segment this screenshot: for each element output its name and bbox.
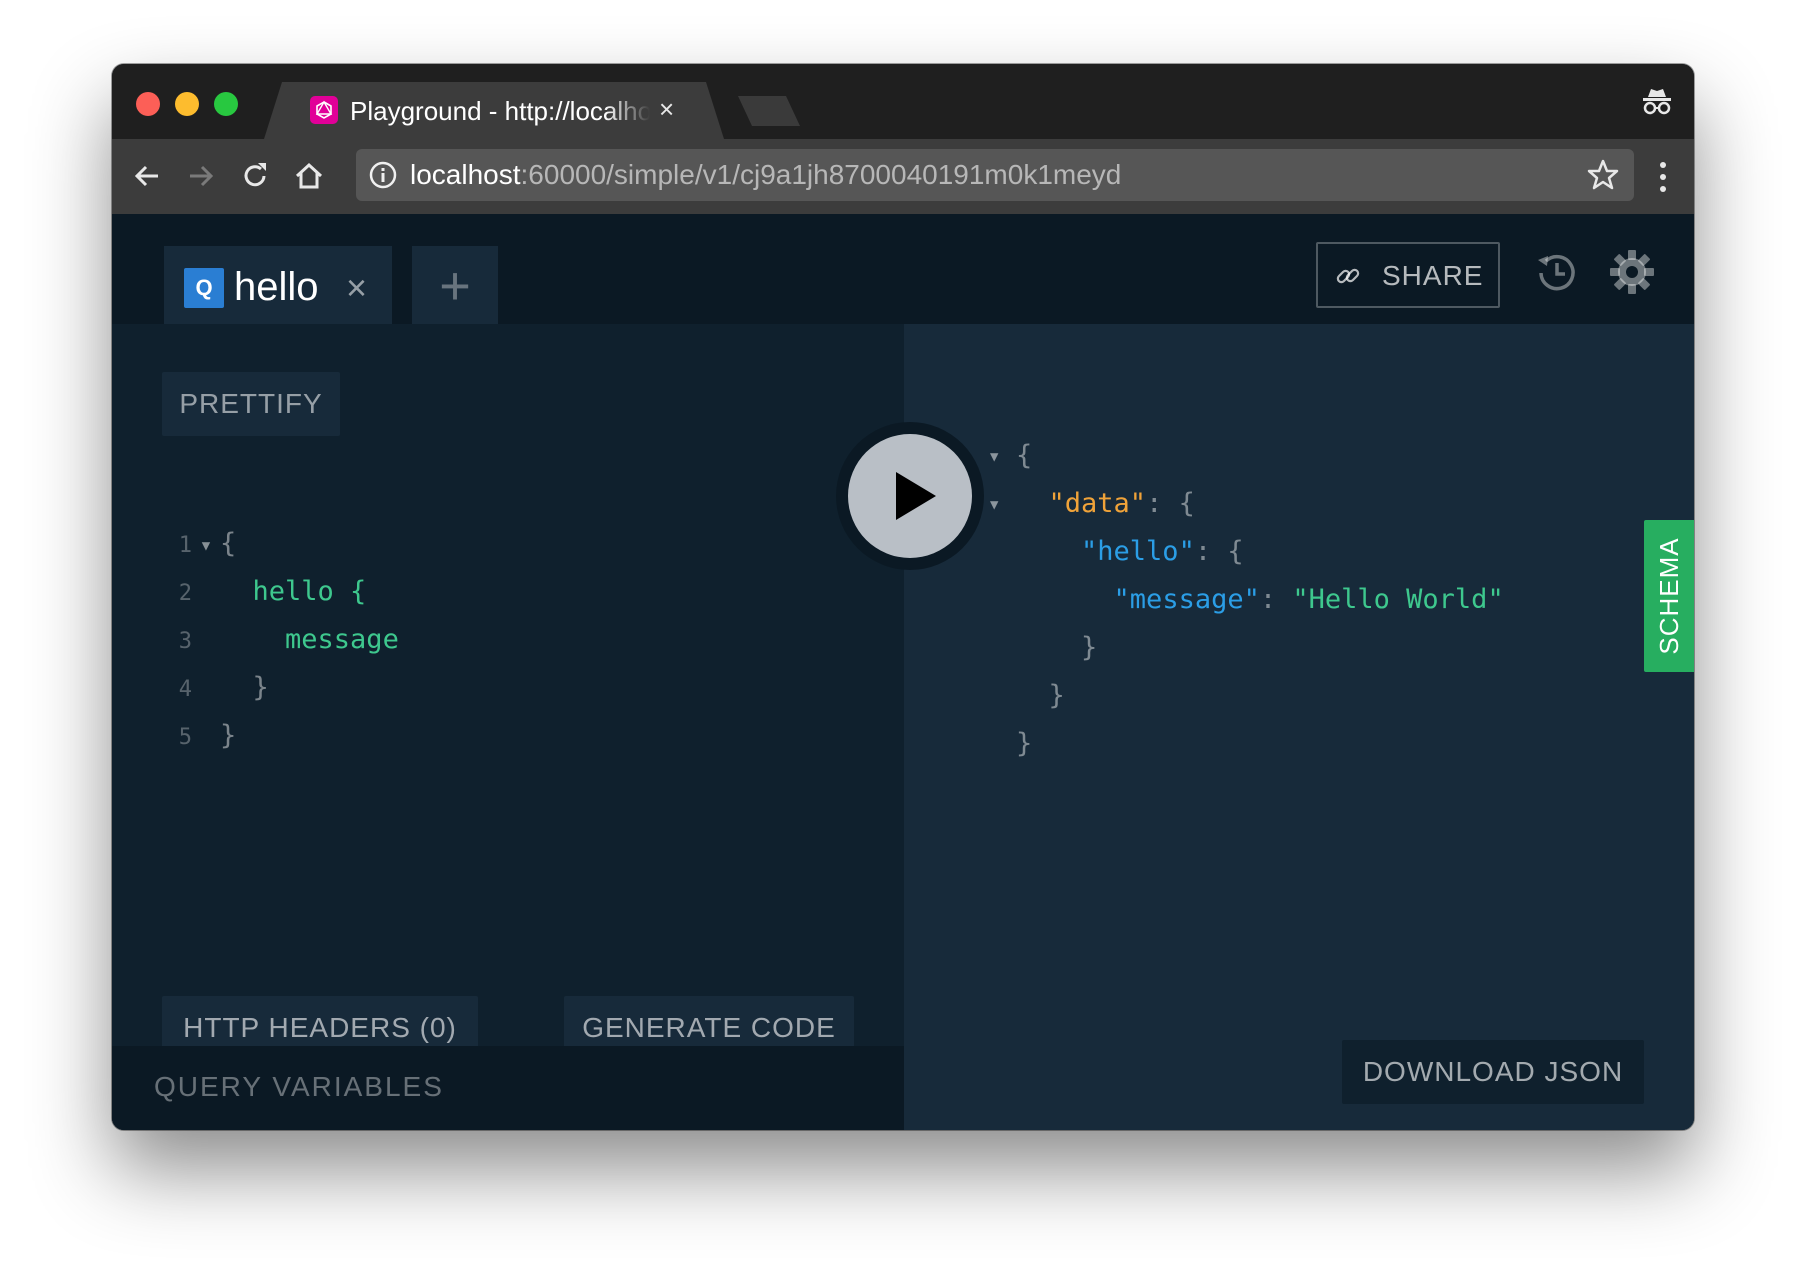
json-line: } — [1048, 680, 1065, 711]
json-key-message: "message" — [1113, 584, 1260, 615]
json-line: "hello": { — [1081, 536, 1244, 567]
query-badge: Q — [184, 268, 224, 308]
home-icon[interactable] — [292, 159, 326, 193]
line-number: 5 — [178, 725, 192, 750]
link-icon — [1336, 268, 1360, 284]
browser-toolbar: localhost:60000/simple/v1/cj9a1jh8700040… — [112, 139, 1694, 214]
playground-header: Q hello × + SHARE — [112, 214, 1694, 332]
share-button[interactable]: SHARE — [1316, 242, 1500, 308]
prettify-button[interactable]: PRETTIFY — [162, 372, 340, 436]
json-line: ▼{ — [990, 432, 1504, 480]
browser-tab-title: Playground - http://localhost:60000/simp… — [350, 96, 650, 126]
download-json-button[interactable]: DOWNLOAD JSON — [1342, 1040, 1644, 1104]
reload-icon[interactable] — [238, 159, 272, 193]
url-path: :60000/simple/v1/cj9a1jh8700040191m0k1me… — [520, 159, 1122, 190]
code-line: 3 message — [162, 616, 399, 664]
close-window-button[interactable] — [136, 92, 160, 116]
json-value-message: "Hello World" — [1292, 584, 1504, 615]
line-number: 2 — [178, 581, 192, 606]
code-text: hello { — [252, 576, 367, 607]
fold-arrow-icon[interactable]: ▼ — [990, 433, 1016, 481]
json-line: } — [1081, 632, 1098, 663]
menu-dots-icon[interactable] — [1658, 157, 1668, 197]
info-icon[interactable] — [368, 160, 398, 190]
maximize-window-button[interactable] — [214, 92, 238, 116]
url-host: localhost — [410, 159, 521, 190]
code-text: { — [220, 528, 237, 559]
query-tab-hello[interactable]: Q hello × — [164, 246, 392, 324]
json-line: } — [1016, 728, 1033, 759]
line-number: 3 — [178, 629, 192, 654]
graphql-favicon-icon — [310, 96, 338, 124]
browser-tab-close-icon[interactable]: × — [659, 94, 674, 124]
code-line: 4 } — [162, 664, 399, 712]
star-icon[interactable] — [1586, 158, 1620, 192]
browser-window: Playground - http://localhost:60000/simp… — [112, 64, 1694, 1130]
code-text: message — [285, 624, 399, 655]
new-tab-button[interactable] — [738, 96, 800, 126]
run-button-face — [848, 434, 972, 558]
schema-label: SCHEMA — [1654, 537, 1684, 655]
query-variables-label: QUERY VARIABLES — [154, 1071, 444, 1102]
code-line: 1 ▼{ — [162, 520, 399, 568]
result-json[interactable]: ▼{ ▼ "data": { "hello": { "message": "He… — [990, 432, 1504, 768]
tab-strip: Playground - http://localhost:60000/simp… — [112, 64, 1694, 139]
query-code[interactable]: 1 ▼{ 2 hello { 3 message 4 } 5 } — [162, 520, 399, 760]
json-key-data: "data" — [1048, 488, 1147, 519]
history-icon[interactable] — [1532, 248, 1582, 298]
code-line: 2 hello { — [162, 568, 399, 616]
query-tab-close-icon[interactable]: × — [346, 266, 367, 310]
graphql-playground: Q hello × + SHARE PRETTIFY 1 ▼ {2 hello… — [112, 214, 1694, 1130]
minimize-window-button[interactable] — [175, 92, 199, 116]
query-tab-label: hello — [234, 265, 319, 309]
fold-arrow-icon[interactable]: ▼ — [990, 481, 1016, 529]
gear-icon[interactable] — [1608, 248, 1656, 296]
json-line: "message": "Hello World" — [1113, 584, 1504, 615]
json-line: ▼ "data": { — [990, 480, 1504, 528]
url-text[interactable]: localhost:60000/simple/v1/cj9a1jh8700040… — [410, 159, 1121, 191]
run-query-button[interactable] — [836, 422, 984, 570]
play-icon — [896, 472, 936, 520]
code-text: } — [220, 720, 237, 751]
fold-arrow-icon[interactable]: ▼ — [192, 522, 220, 570]
code-text: } — [252, 672, 269, 703]
add-tab-button[interactable]: + — [412, 246, 498, 332]
result-pane: ▼{ ▼ "data": { "hello": { "message": "He… — [904, 324, 1694, 1130]
line-number: 4 — [178, 677, 192, 702]
incognito-icon[interactable] — [1640, 84, 1674, 118]
query-variables-bar[interactable]: QUERY VARIABLES — [112, 1046, 904, 1130]
forward-arrow-icon[interactable] — [184, 159, 218, 193]
share-label: SHARE — [1382, 260, 1484, 291]
browser-tab-playground[interactable]: Playground - http://localhost:60000/simp… — [264, 82, 724, 139]
line-number: 1 — [178, 533, 192, 558]
schema-tab[interactable]: SCHEMA — [1644, 520, 1694, 672]
code-line: 5 } — [162, 712, 399, 760]
back-arrow-icon[interactable] — [130, 159, 164, 193]
json-key-hello: "hello" — [1081, 536, 1195, 567]
address-bar[interactable]: localhost:60000/simple/v1/cj9a1jh8700040… — [356, 149, 1634, 201]
